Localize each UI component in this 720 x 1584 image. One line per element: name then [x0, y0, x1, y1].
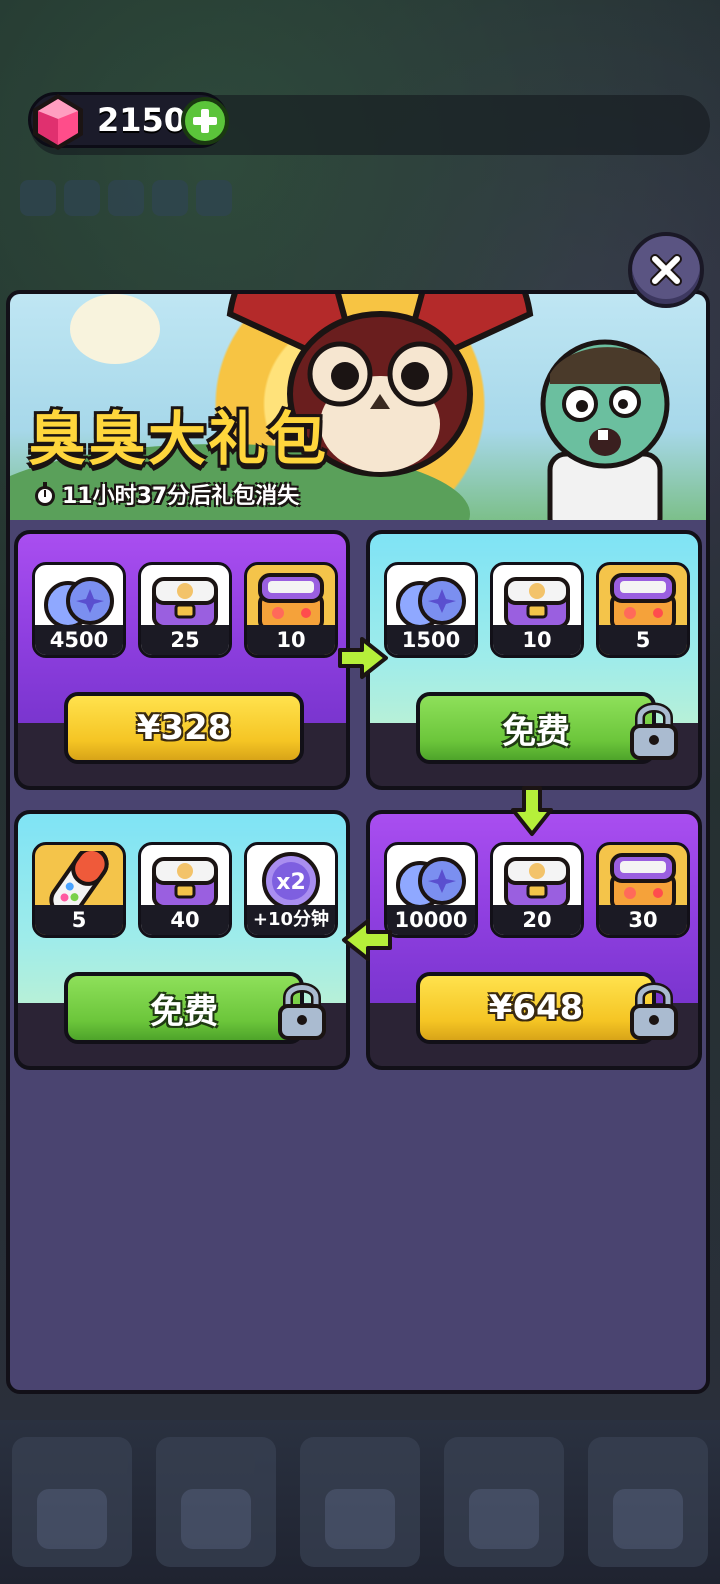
item-quantity: 10 [493, 625, 581, 655]
white-chest-icon [504, 857, 570, 909]
white-chest-icon [152, 857, 218, 909]
item-quantity: +10分钟 [247, 905, 335, 935]
pack-3-items: 10000 20 30 [384, 842, 690, 938]
plus-icon [193, 109, 217, 133]
item-quantity: 1500 [387, 625, 475, 655]
item-quantity: 30 [599, 905, 687, 935]
background-decorations [20, 180, 232, 216]
countdown-timer: 11小时37分后礼包消失 [32, 478, 299, 510]
white-chest-icon [504, 577, 570, 629]
gem-amount: 2150 [97, 101, 187, 139]
blue-orbs-icon [44, 577, 114, 629]
pack-4-item-capsule[interactable]: 5 [32, 842, 126, 938]
pack-2-item-white-chest[interactable]: 10 [490, 562, 584, 658]
pack-4-item-white-chest[interactable]: 40 [138, 842, 232, 938]
pack-1-item-gold-chest[interactable]: 10 [244, 562, 338, 658]
pack-4-item-x2-boost[interactable]: x2 +10分钟 [244, 842, 338, 938]
x2-badge-text: x2 [276, 870, 306, 895]
pack-card-1: 4500 25 10 ¥328 [14, 530, 350, 790]
gold-chest-icon [610, 853, 676, 911]
blue-orbs-icon [396, 857, 466, 909]
nav-item-play [156, 1437, 276, 1567]
add-gems-button[interactable] [181, 97, 229, 145]
pack-4-items: 5 40 x2 +10分钟 [32, 842, 338, 938]
close-icon [650, 254, 682, 286]
pack-4-claim-button[interactable]: 免费 [64, 972, 304, 1044]
item-quantity: 10 [247, 625, 335, 655]
nav-item-storage [300, 1437, 420, 1567]
nav-item-camp [588, 1437, 708, 1567]
background-bottom-nav [0, 1420, 720, 1584]
pack-2-items: 1500 10 5 [384, 562, 690, 658]
lock-icon [278, 982, 326, 1040]
pack-2-item-orbs[interactable]: 1500 [384, 562, 478, 658]
lock-icon [630, 982, 678, 1040]
item-quantity: 20 [493, 905, 581, 935]
pack-card-4: 5 40 x2 +10分钟 免费 [14, 810, 350, 1070]
pack-3-item-white-chest[interactable]: 20 [490, 842, 584, 938]
item-quantity: 10000 [387, 905, 475, 935]
lock-icon [630, 702, 678, 760]
gem-icon [33, 94, 83, 150]
pack-1-item-orbs[interactable]: 4500 [32, 562, 126, 658]
blue-orbs-icon [396, 577, 466, 629]
pack-3-item-orbs[interactable]: 10000 [384, 842, 478, 938]
gift-pack-modal: 臭臭大礼包 11小时37分后礼包消失 4500 25 10 ¥328 1500 … [6, 232, 710, 1394]
pack-3-buy-button[interactable]: ¥648 [416, 972, 656, 1044]
item-quantity: 4500 [35, 625, 123, 655]
arrow-down-icon [511, 786, 553, 836]
countdown-text: 11小时37分后礼包消失 [62, 484, 300, 509]
gift-pack-title: 臭臭大礼包 [28, 405, 329, 473]
zombie-character-illustration [540, 339, 670, 520]
pack-card-3: 10000 20 30 ¥648 [366, 810, 702, 1070]
gift-pack-banner: 臭臭大礼包 11小时37分后礼包消失 [10, 294, 706, 520]
item-quantity: 25 [141, 625, 229, 655]
pack-1-items: 4500 25 10 [32, 562, 338, 658]
gem-currency-display: 2150 [28, 92, 229, 150]
stopwatch-icon [35, 482, 55, 506]
gold-chest-icon [258, 573, 324, 631]
pack-3-item-gold-chest[interactable]: 30 [596, 842, 690, 938]
pack-2-item-gold-chest[interactable]: 5 [596, 562, 690, 658]
banner-cloud [70, 294, 160, 364]
item-quantity: 5 [35, 905, 123, 935]
pack-1-item-white-chest[interactable]: 25 [138, 562, 232, 658]
nav-item-battle [12, 1437, 132, 1567]
arrow-left-icon [342, 919, 392, 961]
pack-card-2: 1500 10 5 免费 [366, 530, 702, 790]
white-chest-icon [152, 577, 218, 629]
x2-boost-icon: x2 [262, 852, 320, 910]
arrow-right-icon [338, 637, 388, 679]
item-quantity: 40 [141, 905, 229, 935]
close-button[interactable] [628, 232, 704, 308]
capsule-icon [49, 851, 109, 913]
pack-1-buy-button[interactable]: ¥328 [64, 692, 304, 764]
gold-chest-icon [610, 573, 676, 631]
nav-item-chat [444, 1437, 564, 1567]
item-quantity: 5 [599, 625, 687, 655]
pack-2-claim-button[interactable]: 免费 [416, 692, 656, 764]
